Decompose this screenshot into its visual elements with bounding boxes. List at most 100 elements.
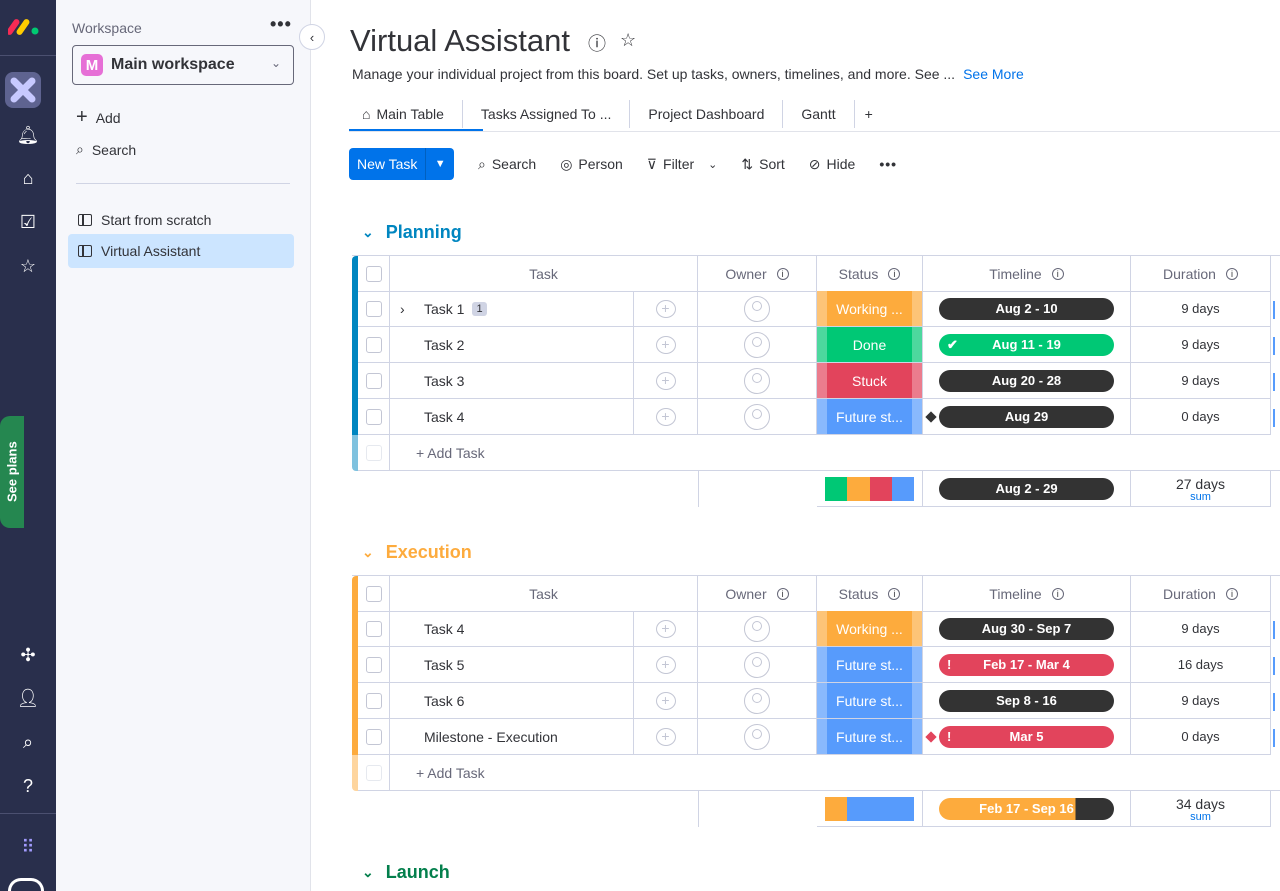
- person-placeholder-icon[interactable]: [744, 651, 770, 678]
- tab-project-dashboard[interactable]: Project Dashboard: [630, 99, 784, 128]
- table-row[interactable]: Milestone - Execution + Future st... ! Mar 5…: [352, 719, 1280, 755]
- owner-cell[interactable]: [698, 363, 817, 399]
- info-icon[interactable]: i: [776, 587, 789, 600]
- row-checkbox[interactable]: [365, 408, 382, 425]
- add-user-icon[interactable]: 👤︎: [12, 682, 44, 714]
- row-checkbox[interactable]: [365, 620, 382, 637]
- add-update-icon[interactable]: +: [655, 691, 676, 710]
- tab-gantt[interactable]: Gantt: [783, 99, 855, 128]
- timeline-cell[interactable]: Aug 20 - 28: [923, 363, 1131, 399]
- row-checkbox[interactable]: [365, 656, 382, 673]
- timeline-cell[interactable]: ! Feb 17 - Mar 4: [923, 647, 1131, 683]
- person-placeholder-icon[interactable]: [744, 615, 770, 642]
- timeline-summary[interactable]: Feb 17 - Sep 16: [923, 791, 1131, 827]
- row-checkbox[interactable]: [365, 728, 382, 745]
- row-checkbox[interactable]: [365, 300, 382, 317]
- task-name[interactable]: Task 4: [424, 621, 464, 637]
- more-icon[interactable]: •••: [270, 14, 292, 35]
- tab-main-table[interactable]: ⌂ Main Table: [350, 99, 463, 128]
- group-title[interactable]: ⌄ Execution: [362, 542, 472, 563]
- chevron-down-icon[interactable]: ⌄: [362, 544, 374, 561]
- more-icon[interactable]: •••: [879, 156, 897, 172]
- timeline-cell[interactable]: ! Mar 5: [923, 719, 1131, 755]
- person-placeholder-icon[interactable]: [744, 687, 770, 714]
- search-icon[interactable]: ⌕: [12, 726, 44, 758]
- status-cell[interactable]: Working ...: [817, 611, 923, 647]
- task-name[interactable]: Task 5: [424, 657, 464, 673]
- column-header-task[interactable]: Task: [390, 256, 698, 292]
- person-placeholder-icon[interactable]: [744, 331, 770, 358]
- add-update-icon[interactable]: +: [655, 371, 676, 390]
- tab-tasks-assigned[interactable]: Tasks Assigned To ...: [463, 99, 631, 128]
- status-cell[interactable]: Stuck: [817, 363, 923, 399]
- column-header-task[interactable]: Task: [390, 576, 698, 612]
- table-row[interactable]: Task 4 + Future st... Aug 29 0 days: [352, 399, 1280, 435]
- info-icon[interactable]: i: [1051, 267, 1064, 280]
- column-header-timeline[interactable]: Timeline i: [923, 256, 1131, 292]
- add-task-row[interactable]: + Add Task: [352, 435, 1280, 471]
- status-cell[interactable]: Future st...: [817, 647, 923, 683]
- star-icon[interactable]: ☆: [12, 250, 44, 282]
- select-all-checkbox[interactable]: [365, 265, 382, 282]
- task-name-cell[interactable]: Task 5: [390, 647, 634, 683]
- calendar-check-icon[interactable]: ☑: [12, 206, 44, 238]
- add-update-cell[interactable]: +: [634, 647, 698, 683]
- timeline-cell[interactable]: Aug 29: [923, 399, 1131, 435]
- see-plans-button[interactable]: See plans: [0, 416, 24, 528]
- add-update-icon[interactable]: +: [655, 619, 676, 638]
- owner-cell[interactable]: [698, 291, 817, 327]
- add-update-cell[interactable]: +: [634, 363, 698, 399]
- column-header-owner[interactable]: Owner i: [698, 256, 817, 292]
- timeline-cell[interactable]: Aug 2 - 10: [923, 291, 1131, 327]
- status-summary[interactable]: [817, 791, 923, 827]
- timeline-cell[interactable]: ✔ Aug 11 - 19: [923, 327, 1131, 363]
- timeline-pill[interactable]: Sep 8 - 16: [939, 689, 1114, 712]
- timeline-pill[interactable]: Aug 20 - 28: [939, 369, 1114, 392]
- table-row[interactable]: Task 4 + Working ... Aug 30 - Sep 7 9 days: [352, 611, 1280, 647]
- owner-cell[interactable]: [698, 327, 817, 363]
- task-name-cell[interactable]: Task 3: [390, 363, 634, 399]
- search-button[interactable]: ⌕ Search: [76, 141, 136, 158]
- timeline-pill[interactable]: ! Mar 5: [939, 725, 1114, 748]
- board-start-from-scratch[interactable]: Start from scratch: [68, 203, 294, 237]
- task-name-cell[interactable]: Task 4: [390, 611, 634, 647]
- add-update-icon[interactable]: +: [655, 727, 676, 746]
- owner-cell[interactable]: [698, 683, 817, 719]
- info-icon[interactable]: i: [776, 267, 789, 280]
- column-header-status[interactable]: Status i: [817, 576, 923, 612]
- column-header-duration[interactable]: Duration i: [1131, 256, 1271, 292]
- info-icon[interactable]: ⓘ: [588, 30, 606, 56]
- person-placeholder-icon[interactable]: [744, 295, 770, 322]
- column-header-owner[interactable]: Owner i: [698, 576, 817, 612]
- status-cell[interactable]: Future st...: [817, 719, 923, 755]
- chevron-right-icon[interactable]: ›: [400, 301, 405, 317]
- owner-cell[interactable]: [698, 719, 817, 755]
- status-cell[interactable]: Future st...: [817, 399, 923, 435]
- table-row[interactable]: Task 3 + Stuck Aug 20 - 28 9 days: [352, 363, 1280, 399]
- timeline-pill[interactable]: ✔ Aug 11 - 19: [939, 333, 1114, 356]
- add-task-label[interactable]: + Add Task: [416, 765, 485, 781]
- select-all-checkbox[interactable]: [365, 585, 382, 602]
- timeline-cell[interactable]: Aug 30 - Sep 7: [923, 611, 1131, 647]
- column-header-status[interactable]: Status i: [817, 256, 923, 292]
- task-name-cell[interactable]: Milestone - Execution: [390, 719, 634, 755]
- new-task-label[interactable]: New Task: [349, 148, 427, 180]
- timeline-pill[interactable]: Aug 29: [939, 405, 1114, 428]
- chevron-down-icon[interactable]: ⌄: [362, 864, 374, 881]
- search-button[interactable]: ⌕ Search: [478, 156, 536, 173]
- timeline-cell[interactable]: Sep 8 - 16: [923, 683, 1131, 719]
- info-icon[interactable]: i: [888, 587, 901, 600]
- add-update-cell[interactable]: +: [634, 327, 698, 363]
- task-name[interactable]: Task 3: [424, 373, 464, 389]
- task-name[interactable]: Task 6: [424, 693, 464, 709]
- board-virtual-assistant[interactable]: Virtual Assistant: [68, 234, 294, 268]
- add-update-cell[interactable]: +: [634, 719, 698, 755]
- favorite-star-icon[interactable]: ☆: [620, 30, 636, 56]
- timeline-pill[interactable]: ! Feb 17 - Mar 4: [939, 653, 1114, 676]
- bell-icon[interactable]: 🔔︎: [12, 119, 44, 151]
- timeline-summary[interactable]: Aug 2 - 29: [923, 471, 1131, 507]
- inbox-icon[interactable]: ⌂: [12, 162, 44, 194]
- person-placeholder-icon[interactable]: [744, 403, 770, 430]
- task-name[interactable]: Milestone - Execution: [424, 729, 558, 745]
- info-icon[interactable]: i: [1225, 587, 1238, 600]
